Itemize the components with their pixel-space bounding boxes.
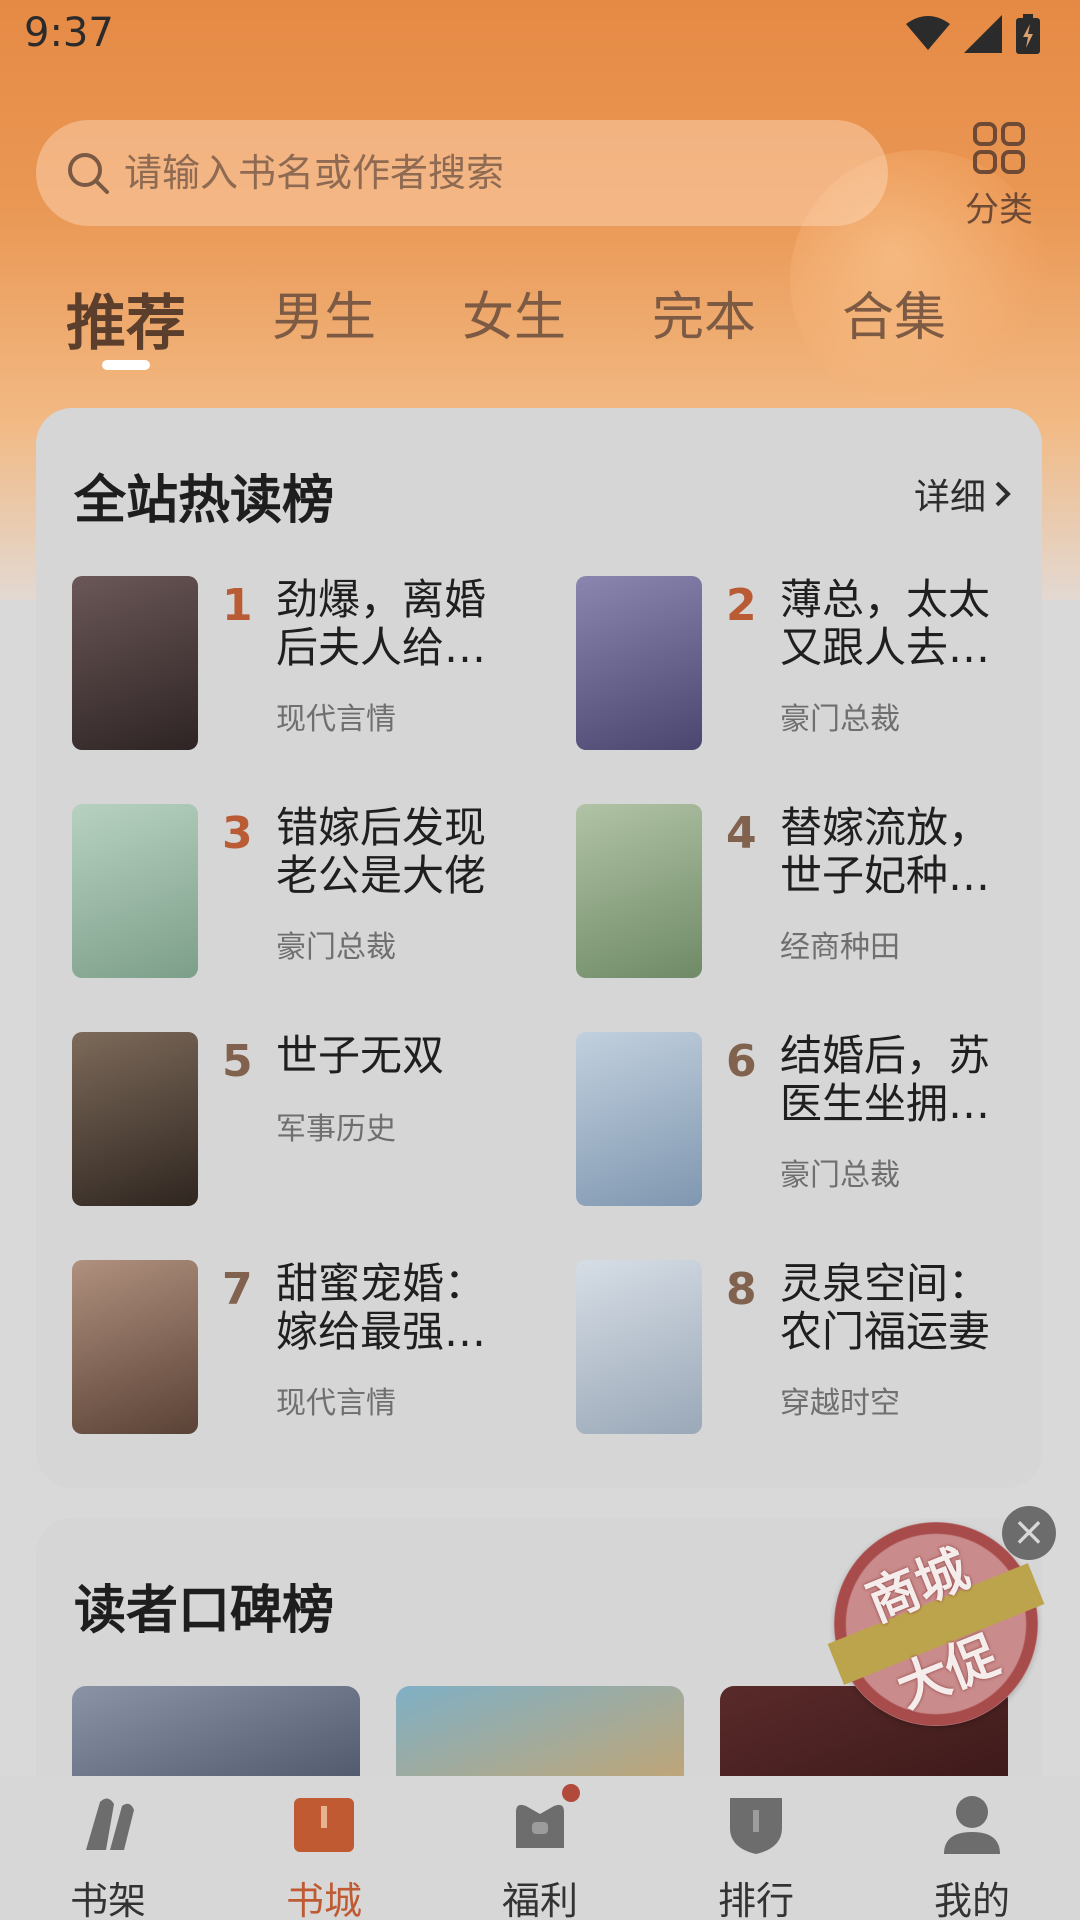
book-rank: 6 [726, 1036, 757, 1087]
tab-male[interactable]: 男生 [272, 275, 376, 362]
book-open-icon [294, 1798, 354, 1852]
book-genre: 军事历史 [276, 1112, 396, 1147]
reader-list-title: 读者口碑榜 [74, 1581, 335, 1641]
book-title[interactable]: 薄总，太太又跟人去… [780, 576, 1020, 672]
tab-completed[interactable]: 完本 [652, 275, 756, 362]
category-button[interactable]: 分类 [944, 122, 1054, 231]
book-rank: 8 [726, 1264, 757, 1315]
book-item[interactable]: 5 世子无双 军事历史 [72, 1032, 542, 1212]
bottom-nav: 书架 书城 福利 排行 我的 [0, 1776, 1080, 1920]
book-cover[interactable] [576, 804, 702, 978]
book-cover[interactable] [576, 576, 702, 750]
book-rank: 2 [726, 580, 757, 631]
gift-icon [516, 1804, 564, 1848]
nav-label: 书城 [285, 1879, 362, 1920]
signal-icon [964, 15, 1002, 53]
nav-profile[interactable]: 我的 [864, 1776, 1080, 1920]
book-rank: 4 [726, 808, 757, 859]
book-cover[interactable] [72, 1686, 360, 1778]
hot-list-title: 全站热读榜 [74, 471, 335, 531]
book-title[interactable]: 结婚后，苏医生坐拥… [780, 1032, 1020, 1128]
tab-female[interactable]: 女生 [462, 275, 566, 362]
book-title[interactable]: 劲爆，离婚后夫人给… [276, 576, 516, 672]
search-input[interactable] [124, 151, 844, 195]
book-cover[interactable] [72, 1260, 198, 1434]
book-genre: 现代言情 [276, 702, 396, 737]
user-icon [944, 1796, 1000, 1854]
channel-tabs: 推荐 男生 女生 完本 合集 [66, 275, 1032, 362]
book-genre: 豪门总裁 [780, 702, 900, 737]
book-cover[interactable] [576, 1260, 702, 1434]
book-item[interactable]: 3 错嫁后发现老公是大佬 豪门总裁 [72, 804, 542, 984]
book-title[interactable]: 灵泉空间：农门福运妻 [780, 1260, 1020, 1356]
book-cover[interactable] [72, 804, 198, 978]
tab-recommend[interactable]: 推荐 [66, 275, 186, 362]
book-genre: 现代言情 [276, 1386, 396, 1421]
book-rank: 5 [222, 1036, 253, 1087]
hot-list-card: 全站热读榜 详细 1 劲爆，离婚后夫人给… 现代言情 2 薄总，太太又跟人去… … [36, 408, 1042, 1488]
active-tab-indicator [102, 360, 150, 370]
book-title[interactable]: 甜蜜宠婚：嫁给最强… [276, 1260, 516, 1356]
book-item[interactable]: 6 结婚后，苏医生坐拥… 豪门总裁 [576, 1032, 1046, 1212]
book-cover[interactable] [72, 1032, 198, 1206]
nav-welfare[interactable]: 福利 [432, 1776, 648, 1920]
search-icon [68, 153, 109, 194]
book-title[interactable]: 替嫁流放，世子妃种… [780, 804, 1020, 900]
book-cover[interactable] [576, 1032, 702, 1206]
tab-collection[interactable]: 合集 [842, 275, 946, 362]
book-genre: 穿越时空 [780, 1386, 900, 1421]
nav-label: 我的 [933, 1879, 1010, 1920]
book-rank: 7 [222, 1264, 253, 1315]
book-title[interactable]: 世子无双 [276, 1032, 516, 1080]
more-label: 详细 [913, 477, 986, 518]
nav-bookstore[interactable]: 书城 [216, 1776, 432, 1920]
search-bar[interactable] [36, 120, 888, 226]
shield-icon [730, 1798, 782, 1854]
book-genre: 豪门总裁 [276, 930, 396, 965]
grid-icon [973, 122, 1025, 174]
book-item[interactable]: 4 替嫁流放，世子妃种… 经商种田 [576, 804, 1046, 984]
nav-bookshelf[interactable]: 书架 [0, 1776, 216, 1920]
book-item[interactable]: 8 灵泉空间：农门福运妻 穿越时空 [576, 1260, 1046, 1440]
status-time: 9:37 [24, 10, 114, 56]
notification-dot [562, 1784, 580, 1802]
status-bar: 9:37 [0, 0, 1080, 72]
book-genre: 经商种田 [780, 930, 900, 965]
book-cover[interactable] [396, 1686, 684, 1778]
book-cover[interactable] [72, 576, 198, 750]
nav-label: 书架 [69, 1879, 146, 1920]
book-title[interactable]: 错嫁后发现老公是大佬 [276, 804, 516, 900]
book-genre: 豪门总裁 [780, 1158, 900, 1193]
close-icon[interactable]: × [1002, 1506, 1056, 1560]
nav-label: 排行 [717, 1879, 794, 1920]
nav-ranking[interactable]: 排行 [648, 1776, 864, 1920]
wifi-icon [906, 16, 950, 50]
book-rank: 1 [222, 580, 253, 631]
book-item[interactable]: 7 甜蜜宠婚：嫁给最强… 现代言情 [72, 1260, 542, 1440]
book-item[interactable]: 2 薄总，太太又跟人去… 豪门总裁 [576, 576, 1046, 756]
battery-icon [1016, 14, 1040, 54]
hot-list-more-button[interactable]: 详细 [914, 468, 1012, 520]
book-rank: 3 [222, 808, 253, 859]
category-label: 分类 [965, 190, 1033, 230]
book-item[interactable]: 1 劲爆，离婚后夫人给… 现代言情 [72, 576, 542, 756]
chevron-right-icon [995, 481, 1011, 507]
nav-label: 福利 [501, 1879, 578, 1920]
promo-badge[interactable]: 商城 大促 [827, 1522, 1045, 1726]
bookshelf-icon [86, 1798, 134, 1850]
